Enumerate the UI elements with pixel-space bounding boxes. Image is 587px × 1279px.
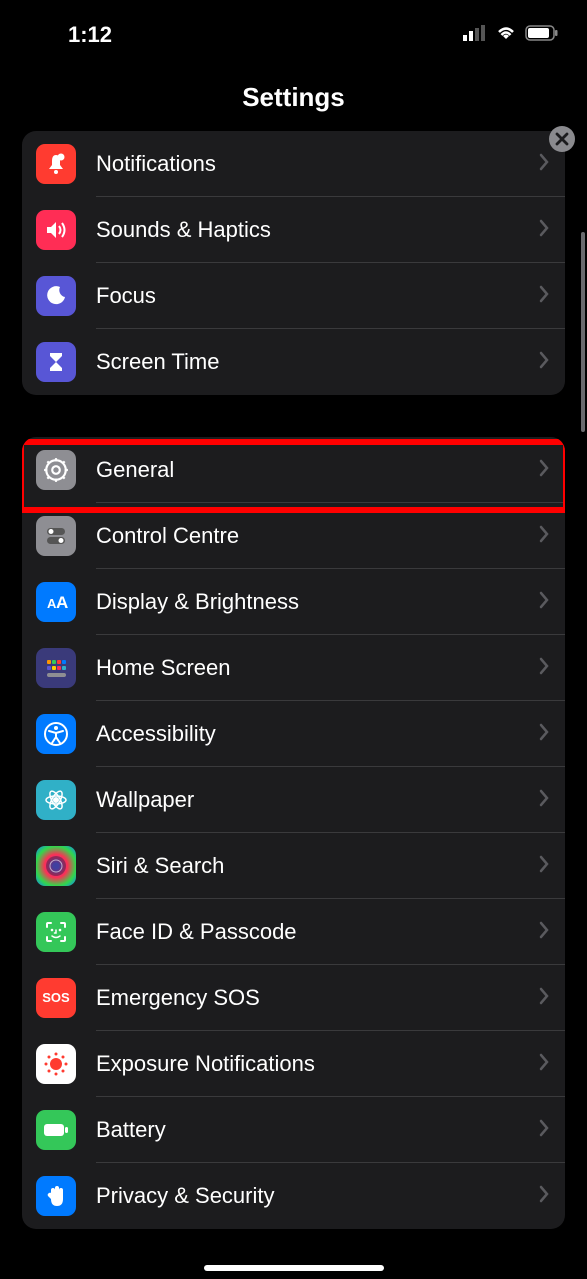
- status-time: 1:12: [68, 22, 112, 48]
- close-button[interactable]: [549, 126, 575, 152]
- row-label: Control Centre: [96, 523, 539, 549]
- wifi-icon: [495, 25, 517, 46]
- chevron-right-icon: [539, 1119, 549, 1142]
- chevron-right-icon: [539, 591, 549, 614]
- row-focus[interactable]: Focus: [22, 263, 565, 329]
- settings-content: Notifications Sounds & Haptics Focus Scr…: [0, 131, 587, 1229]
- row-label: Focus: [96, 283, 539, 309]
- chevron-right-icon: [539, 285, 549, 308]
- accessibility-icon: [36, 714, 76, 754]
- switches-icon: [36, 516, 76, 556]
- exposure-icon: [36, 1044, 76, 1084]
- row-sounds[interactable]: Sounds & Haptics: [22, 197, 565, 263]
- settings-group-1: Notifications Sounds & Haptics Focus Scr…: [22, 131, 565, 395]
- chevron-right-icon: [539, 459, 549, 482]
- row-homescreen[interactable]: Home Screen: [22, 635, 565, 701]
- row-label: Emergency SOS: [96, 985, 539, 1011]
- gear-icon: [36, 450, 76, 490]
- scroll-indicator[interactable]: [581, 232, 585, 432]
- battery-icon: [36, 1110, 76, 1150]
- row-faceid[interactable]: Face ID & Passcode: [22, 899, 565, 965]
- chevron-right-icon: [539, 351, 549, 374]
- textsize-icon: AA: [36, 582, 76, 622]
- hourglass-icon: [36, 342, 76, 382]
- status-icons: [463, 25, 559, 46]
- chevron-right-icon: [539, 1185, 549, 1208]
- chevron-right-icon: [539, 855, 549, 878]
- row-label: Exposure Notifications: [96, 1051, 539, 1077]
- row-sos[interactable]: SOS Emergency SOS: [22, 965, 565, 1031]
- bell-badge-icon: [36, 144, 76, 184]
- svg-text:SOS: SOS: [42, 990, 70, 1005]
- row-label: Wallpaper: [96, 787, 539, 813]
- row-battery[interactable]: Battery: [22, 1097, 565, 1163]
- chevron-right-icon: [539, 921, 549, 944]
- chevron-right-icon: [539, 723, 549, 746]
- chevron-right-icon: [539, 987, 549, 1010]
- row-display[interactable]: AA Display & Brightness: [22, 569, 565, 635]
- row-accessibility[interactable]: Accessibility: [22, 701, 565, 767]
- row-siri[interactable]: Siri & Search: [22, 833, 565, 899]
- moon-icon: [36, 276, 76, 316]
- row-label: Face ID & Passcode: [96, 919, 539, 945]
- chevron-right-icon: [539, 657, 549, 680]
- page-header: Settings: [0, 60, 587, 131]
- close-icon: [555, 132, 569, 146]
- chevron-right-icon: [539, 1053, 549, 1076]
- row-controlcentre[interactable]: Control Centre: [22, 503, 565, 569]
- chevron-right-icon: [539, 525, 549, 548]
- row-label: Sounds & Haptics: [96, 217, 539, 243]
- chevron-right-icon: [539, 153, 549, 176]
- chevron-right-icon: [539, 219, 549, 242]
- row-label: Home Screen: [96, 655, 539, 681]
- hand-icon: [36, 1176, 76, 1216]
- row-label: Battery: [96, 1117, 539, 1143]
- row-privacy[interactable]: Privacy & Security: [22, 1163, 565, 1229]
- sos-icon: SOS: [36, 978, 76, 1018]
- battery-icon: [525, 25, 559, 46]
- speaker-wave-icon: [36, 210, 76, 250]
- row-general[interactable]: General: [22, 437, 565, 503]
- row-screentime[interactable]: Screen Time: [22, 329, 565, 395]
- row-label: Privacy & Security: [96, 1183, 539, 1209]
- cellular-icon: [463, 25, 487, 46]
- row-label: Accessibility: [96, 721, 539, 747]
- grid-icon: [36, 648, 76, 688]
- row-label: Notifications: [96, 151, 539, 177]
- row-label: Display & Brightness: [96, 589, 539, 615]
- row-label: Screen Time: [96, 349, 539, 375]
- settings-group-2: General Control Centre AA Display & Brig…: [22, 437, 565, 1229]
- home-indicator[interactable]: [204, 1265, 384, 1271]
- row-notifications[interactable]: Notifications: [22, 131, 565, 197]
- row-wallpaper[interactable]: Wallpaper: [22, 767, 565, 833]
- flower-icon: [36, 780, 76, 820]
- row-label: General: [96, 457, 539, 483]
- faceid-icon: [36, 912, 76, 952]
- siri-icon: [36, 846, 76, 886]
- chevron-right-icon: [539, 789, 549, 812]
- svg-text:A: A: [56, 593, 68, 612]
- status-bar: 1:12: [0, 0, 587, 60]
- row-exposure[interactable]: Exposure Notifications: [22, 1031, 565, 1097]
- page-title: Settings: [0, 82, 587, 113]
- row-label: Siri & Search: [96, 853, 539, 879]
